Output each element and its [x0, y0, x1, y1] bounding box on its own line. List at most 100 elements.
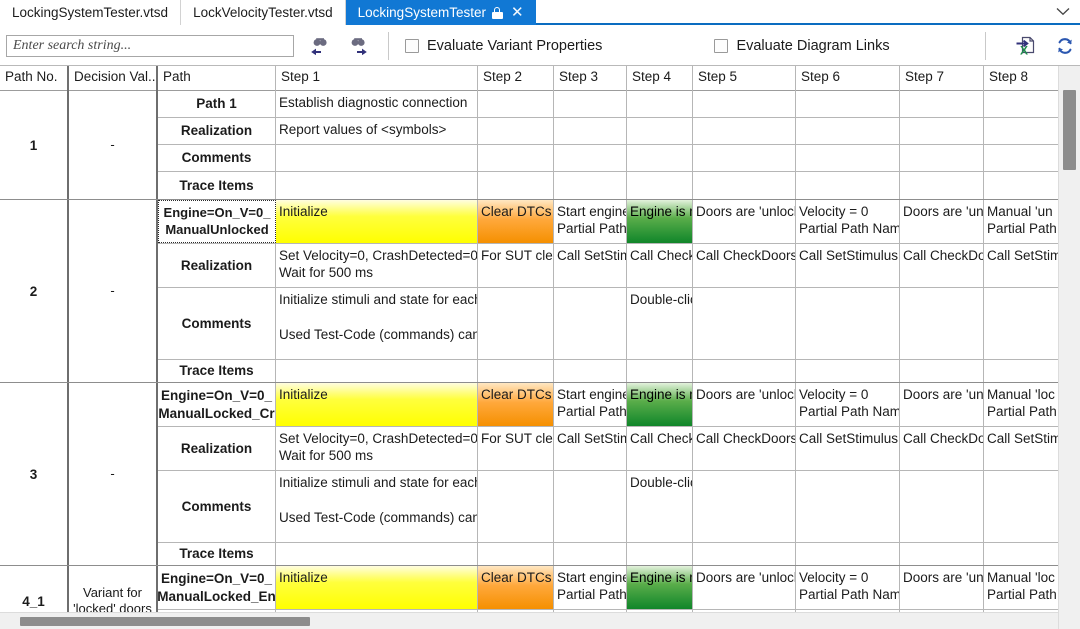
step-cell[interactable] [796, 288, 900, 359]
sub-row-label[interactable]: Engine=On_V=0_ ManualLocked_En [158, 566, 276, 609]
column-header-path-no[interactable]: Path No. [0, 66, 69, 91]
step-cell[interactable] [554, 145, 627, 171]
refresh-icon[interactable] [1050, 31, 1080, 61]
step-cell[interactable] [900, 543, 984, 565]
sub-row-label[interactable]: Trace Items [158, 543, 276, 565]
decision-value-cell[interactable]: Variant for 'locked' doors [69, 566, 158, 612]
step-cell[interactable]: Call CheckDoors (l [693, 244, 796, 287]
step-cell[interactable]: Set Velocity=0, CrashDetected=0, Wait fo… [276, 427, 478, 470]
vertical-scrollbar[interactable] [1058, 66, 1080, 629]
export-excel-icon[interactable]: X [1010, 31, 1040, 61]
step-cell[interactable]: Call CheckDoo [900, 244, 984, 287]
step-cell[interactable]: Call CheckI [627, 244, 693, 287]
tab-locking-system-tester-vtsd[interactable]: LockingSystemTester.vtsd [0, 0, 182, 25]
step-cell[interactable] [478, 360, 554, 382]
chevron-down-icon[interactable] [1046, 0, 1080, 23]
sub-row-label[interactable]: Path 1 [158, 91, 276, 117]
sub-row-label[interactable]: Realization [158, 118, 276, 144]
step-cell[interactable] [554, 360, 627, 382]
step-cell[interactable] [900, 288, 984, 359]
step-cell[interactable]: Clear DTCs [478, 383, 554, 426]
find-previous-icon[interactable] [304, 31, 334, 61]
step-cell[interactable]: Call SetStimulus ( [796, 427, 900, 470]
step-cell[interactable]: Initialize [276, 200, 478, 243]
step-cell[interactable] [276, 172, 478, 199]
step-cell[interactable] [627, 118, 693, 144]
step-cell[interactable] [796, 91, 900, 117]
step-cell[interactable] [627, 172, 693, 199]
step-cell[interactable] [693, 118, 796, 144]
step-cell[interactable] [276, 543, 478, 565]
step-cell[interactable] [693, 360, 796, 382]
sub-row-label[interactable]: Comments [158, 288, 276, 359]
step-cell[interactable]: Velocity = 0 Partial Path Nam [796, 383, 900, 426]
step-cell[interactable] [554, 172, 627, 199]
path-number-cell[interactable]: 4_1 [0, 566, 69, 612]
step-cell[interactable] [276, 145, 478, 171]
step-cell[interactable]: Call SetStim [984, 244, 1058, 287]
step-cell[interactable]: Doors are 'unlocke [693, 566, 796, 609]
tab-locking-system-tester-active[interactable]: LockingSystemTester ✕ [345, 0, 536, 25]
step-cell[interactable]: For SUT clea [478, 244, 554, 287]
step-cell[interactable] [554, 118, 627, 144]
decision-value-cell[interactable]: - [69, 383, 158, 565]
column-header-step-5[interactable]: Step 5 [693, 66, 796, 91]
step-cell[interactable]: Engine is n [627, 383, 693, 426]
step-cell[interactable]: Doors are 'unl [900, 566, 984, 609]
column-header-path[interactable]: Path [158, 66, 276, 91]
step-cell[interactable] [478, 543, 554, 565]
step-cell[interactable]: Call CheckI [627, 427, 693, 470]
step-cell[interactable] [478, 172, 554, 199]
checkbox-evaluate-variant-properties[interactable]: Evaluate Variant Properties [405, 38, 602, 54]
step-cell[interactable]: Call SetStimu [554, 427, 627, 470]
step-cell[interactable] [693, 145, 796, 171]
step-cell[interactable] [554, 288, 627, 359]
sub-row-label[interactable]: Trace Items [158, 172, 276, 199]
step-cell[interactable]: Set Velocity=0, CrashDetected=0, Wait fo… [276, 244, 478, 287]
search-input[interactable] [6, 35, 294, 57]
decision-value-cell[interactable]: - [69, 91, 158, 199]
step-cell[interactable] [984, 145, 1058, 171]
step-cell[interactable] [627, 91, 693, 117]
step-cell[interactable] [900, 118, 984, 144]
step-cell[interactable] [554, 543, 627, 565]
step-cell[interactable]: Initialize [276, 383, 478, 426]
step-cell[interactable] [478, 145, 554, 171]
checkbox-evaluate-diagram-links[interactable]: Evaluate Diagram Links [714, 38, 890, 54]
step-cell[interactable] [900, 145, 984, 171]
sub-row-label[interactable]: Comments [158, 471, 276, 542]
column-header-decision-val[interactable]: Decision Val... [69, 66, 158, 91]
step-cell[interactable] [693, 288, 796, 359]
step-cell[interactable]: Report values of <symbols> [276, 118, 478, 144]
sub-row-label[interactable]: Realization [158, 244, 276, 287]
step-cell[interactable]: Call CheckDoors (l [693, 427, 796, 470]
step-cell[interactable]: Start engine Partial Path N [554, 383, 627, 426]
step-cell[interactable] [984, 288, 1058, 359]
find-next-icon[interactable] [344, 31, 374, 61]
step-cell[interactable] [796, 118, 900, 144]
tab-lock-velocity-tester-vtsd[interactable]: LockVelocityTester.vtsd [181, 0, 346, 25]
step-cell[interactable] [900, 172, 984, 199]
column-header-step-4[interactable]: Step 4 [627, 66, 693, 91]
sub-row-label[interactable]: Realization [158, 427, 276, 470]
step-cell[interactable]: Engine is n [627, 566, 693, 609]
column-header-step-2[interactable]: Step 2 [478, 66, 554, 91]
step-cell[interactable]: Call SetStimulus ( [796, 244, 900, 287]
step-cell[interactable] [900, 471, 984, 542]
path-number-cell[interactable]: 3 [0, 383, 69, 565]
step-cell[interactable] [984, 172, 1058, 199]
step-cell[interactable] [796, 543, 900, 565]
column-header-step-1[interactable]: Step 1 [276, 66, 478, 91]
step-cell[interactable]: Manual 'un Partial Path [984, 200, 1058, 243]
step-cell[interactable] [478, 471, 554, 542]
step-cell[interactable]: Doors are 'unlocke [693, 200, 796, 243]
sub-row-label[interactable]: Trace Items [158, 360, 276, 382]
table-row[interactable]: 3- Engine=On_V=0_ ManualLocked_Cr Initiali… [0, 383, 1058, 566]
step-cell[interactable] [796, 360, 900, 382]
step-cell[interactable] [796, 471, 900, 542]
step-cell[interactable] [478, 91, 554, 117]
step-cell[interactable] [554, 91, 627, 117]
step-cell[interactable] [627, 145, 693, 171]
step-cell[interactable]: Initialize [276, 566, 478, 609]
step-cell[interactable] [627, 543, 693, 565]
